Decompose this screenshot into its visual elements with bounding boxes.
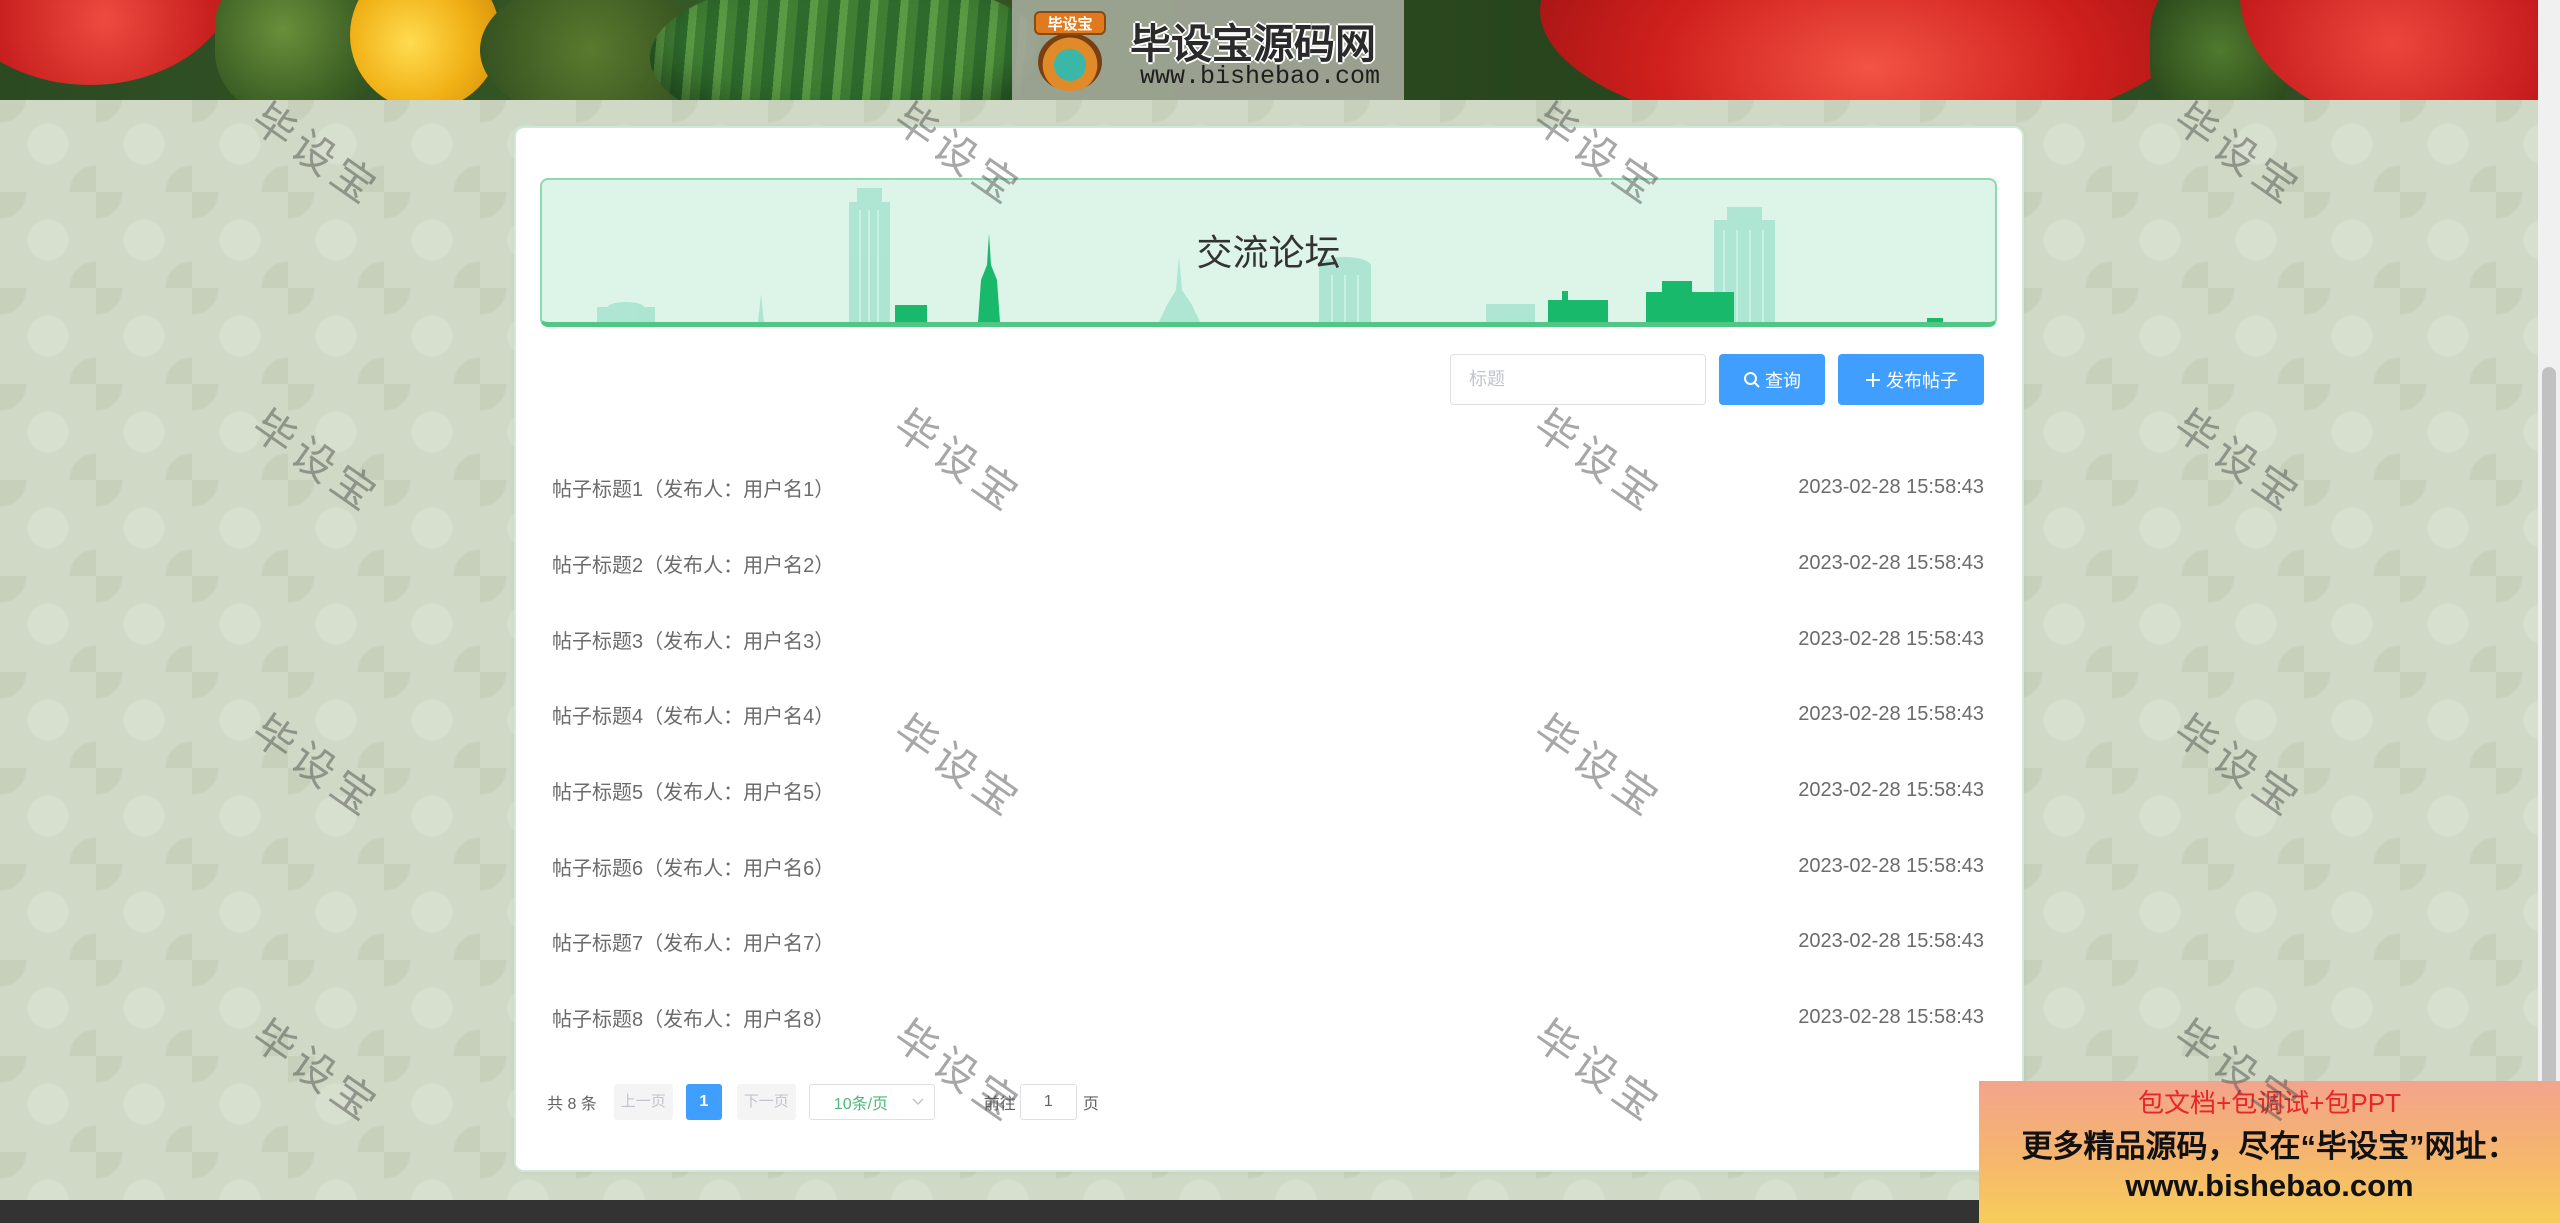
promo-banner[interactable]: 包文档+包调试+包PPT 更多精品源码，尽在“毕设宝”网址： www.bishe… xyxy=(1979,1081,2560,1223)
goto-page-input[interactable] xyxy=(1019,1084,1077,1120)
post-time: 2023-02-28 15:58:43 xyxy=(1798,1006,1984,1029)
post-title[interactable]: 帖子标题6（发布人：用户名6） xyxy=(552,852,834,881)
building-silhouette xyxy=(857,188,882,204)
plus-icon xyxy=(1866,372,1880,387)
building-silhouette xyxy=(608,302,644,312)
watermark: 毕设宝 xyxy=(243,400,389,523)
post-list-item[interactable]: 帖子标题4（发布人：用户名4） 2023-02-28 15:58:43 xyxy=(552,677,1984,753)
page-title: 交流论坛 xyxy=(1196,232,1341,273)
post-time: 2023-02-28 15:58:43 xyxy=(1798,779,1984,802)
watermark: 毕设宝 xyxy=(243,93,389,216)
promo-line-2: 更多精品源码，尽在“毕设宝”网址： xyxy=(2021,1129,2518,1164)
chevron-down-icon xyxy=(912,1098,924,1106)
post-list-item[interactable]: 帖子标题2（发布人：用户名2） 2023-02-28 15:58:43 xyxy=(552,526,1984,602)
post-time: 2023-02-28 15:58:43 xyxy=(1798,854,1984,877)
building-silhouette xyxy=(1562,291,1568,301)
publish-post-button[interactable]: 发布帖子 xyxy=(1838,354,1984,405)
building-silhouette xyxy=(895,305,927,322)
watermark: 毕设宝 xyxy=(243,705,389,828)
post-time: 2023-02-28 15:58:43 xyxy=(1798,703,1984,726)
forum-banner: 交流论坛 xyxy=(540,178,1997,327)
logo-url: www.bishebao.com xyxy=(1140,62,1381,91)
site-logo[interactable]: 毕设宝 毕设宝源码网 www.bishebao.com xyxy=(1012,0,1404,100)
promo-url: www.bishebao.com xyxy=(2125,1168,2414,1203)
building-silhouette xyxy=(1646,292,1734,322)
globe-icon xyxy=(1038,33,1102,91)
watermark: 毕设宝 xyxy=(2165,400,2311,523)
post-list-item[interactable]: 帖子标题7（发布人：用户名7） 2023-02-28 15:58:43 xyxy=(552,904,1984,980)
post-list-item[interactable]: 帖子标题3（发布人：用户名3） 2023-02-28 15:58:43 xyxy=(552,601,1984,677)
post-title[interactable]: 帖子标题4（发布人：用户名4） xyxy=(552,700,834,729)
page-size-value: 10条/页 xyxy=(833,1096,889,1113)
post-list-item[interactable]: 帖子标题8（发布人：用户名8） 2023-02-28 15:58:43 xyxy=(552,980,1984,1056)
post-time: 2023-02-28 15:58:43 xyxy=(1798,930,1984,953)
goto-label: 前往 xyxy=(983,1096,1016,1113)
logo-title: 毕设宝源码网 xyxy=(1130,21,1376,67)
building-silhouette xyxy=(1662,281,1692,293)
pagination: 共 8 条 上一页 1 下一页 10条/页 前往 页 xyxy=(547,1084,1099,1120)
red-pepper-image xyxy=(1540,0,2200,100)
search-icon xyxy=(1744,371,1760,388)
post-title[interactable]: 帖子标题3（发布人：用户名3） xyxy=(552,625,834,654)
page-size-select[interactable]: 10条/页 xyxy=(808,1084,935,1120)
query-button[interactable]: 查询 xyxy=(1719,354,1825,405)
building-silhouette xyxy=(1548,300,1608,322)
post-title[interactable]: 帖子标题2（发布人：用户名2） xyxy=(552,549,834,578)
title-search-input[interactable] xyxy=(1450,354,1706,405)
watermark: 毕设宝 xyxy=(243,1010,389,1133)
forum-card: 交流论坛 查询 发布帖子 帖子标题1（发布人：用户名1） 2023-02-28 … xyxy=(514,126,2024,1172)
page-number-button[interactable]: 1 xyxy=(685,1084,722,1120)
post-list-item[interactable]: 帖子标题5（发布人：用户名5） 2023-02-28 15:58:43 xyxy=(552,753,1984,829)
post-list-item[interactable]: 帖子标题1（发布人：用户名1） 2023-02-28 15:58:43 xyxy=(552,450,1984,526)
next-page-button[interactable]: 下一页 xyxy=(736,1084,796,1120)
top-banner: 毕设宝 毕设宝源码网 www.bishebao.com xyxy=(0,0,2538,100)
watermark: 毕设宝 xyxy=(2165,93,2311,216)
yellow-pepper-image xyxy=(350,0,500,100)
cucumber-image xyxy=(650,0,1050,100)
post-time: 2023-02-28 15:58:43 xyxy=(1798,627,1984,650)
post-time: 2023-02-28 15:58:43 xyxy=(1798,552,1984,575)
building-silhouette xyxy=(758,294,764,322)
promo-line-1: 包文档+包调试+包PPT xyxy=(2138,1088,2401,1118)
post-title[interactable]: 帖子标题5（发布人：用户名5） xyxy=(552,776,834,805)
watermark: 毕设宝 xyxy=(2165,705,2311,828)
building-silhouette xyxy=(1486,304,1535,322)
post-title[interactable]: 帖子标题1（发布人：用户名1） xyxy=(552,473,834,502)
post-list: 帖子标题1（发布人：用户名1） 2023-02-28 15:58:43 帖子标题… xyxy=(552,450,1984,1056)
query-button-label: 查询 xyxy=(1765,370,1801,391)
pagination-total: 共 8 条 xyxy=(547,1096,597,1113)
post-title[interactable]: 帖子标题7（发布人：用户名7） xyxy=(552,927,834,956)
publish-button-label: 发布帖子 xyxy=(1886,370,1958,391)
building-silhouette xyxy=(1927,318,1943,322)
tomato-image xyxy=(0,0,240,85)
vertical-scrollbar[interactable] xyxy=(2538,0,2560,1223)
logo-emblem-icon: 毕设宝 xyxy=(1024,5,1118,95)
goto-suffix: 页 xyxy=(1082,1096,1099,1113)
scrollbar-thumb[interactable] xyxy=(2542,367,2556,1087)
logo-badge: 毕设宝 xyxy=(1034,11,1106,35)
post-title[interactable]: 帖子标题8（发布人：用户名8） xyxy=(552,1003,834,1032)
post-time: 2023-02-28 15:58:43 xyxy=(1798,476,1984,499)
building-silhouette xyxy=(1727,207,1762,222)
post-list-item[interactable]: 帖子标题6（发布人：用户名6） 2023-02-28 15:58:43 xyxy=(552,828,1984,904)
prev-page-button[interactable]: 上一页 xyxy=(613,1084,673,1120)
